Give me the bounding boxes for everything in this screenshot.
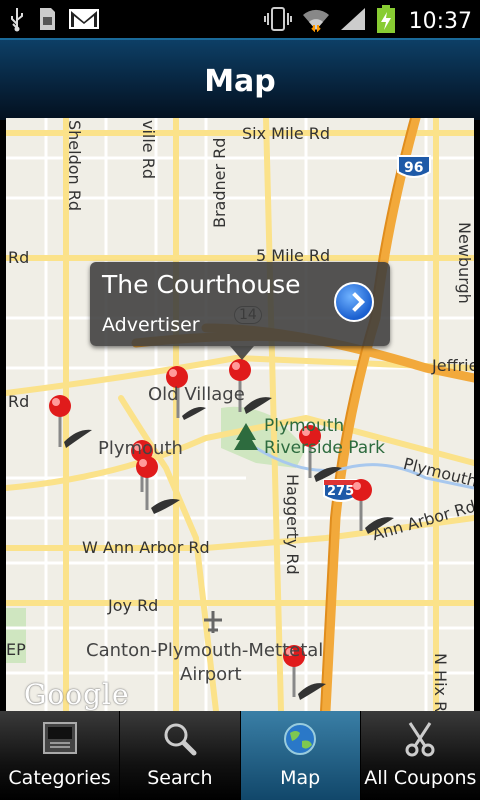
hwy-96-label: 96 <box>404 160 424 176</box>
map-label-rd-top: Rd <box>8 248 30 267</box>
sd-card-icon <box>36 6 58 36</box>
bottom-tab-bar: Categories Search Map All Coupons <box>0 711 480 800</box>
map-label-haggerty: Haggerty Rd <box>283 474 302 575</box>
map-label-airport-1: Canton-Plymouth-Mettetal <box>86 640 324 661</box>
tab-label: Search <box>147 767 213 789</box>
callout-tail <box>230 346 254 360</box>
callout-title: The Courthouse <box>102 270 301 299</box>
google-watermark: Google <box>24 678 130 711</box>
title-bar: Map <box>0 38 480 120</box>
signal-icon <box>339 6 367 36</box>
hwy-275-label: 275 <box>327 484 355 499</box>
map-label-sheldon: Sheldon Rd <box>65 120 84 212</box>
search-icon <box>160 719 200 763</box>
vibrate-icon <box>263 5 293 37</box>
map-label-rd-mid: Rd <box>8 392 30 411</box>
tab-categories[interactable]: Categories <box>0 711 119 800</box>
globe-icon <box>280 719 320 763</box>
map-label-jeffries: Jeffrie <box>432 356 474 375</box>
map-label-plymouth: Plymouth <box>98 438 183 459</box>
gmail-icon <box>68 7 100 35</box>
battery-charging-icon <box>375 4 397 38</box>
clock: 10:37 <box>408 8 472 34</box>
scissors-icon <box>400 719 440 763</box>
tab-label: Map <box>280 767 321 789</box>
categories-icon <box>40 719 80 763</box>
map-label-old-village: Old Village <box>148 384 245 405</box>
map-label-joy-rd: Joy Rd <box>108 596 159 615</box>
map-label-six-mile: Six Mile Rd <box>242 124 331 143</box>
tab-label: Categories <box>8 767 111 789</box>
map-label-park-2: Riverside Park <box>264 438 386 458</box>
map-label-park-1: Plymouth <box>264 416 345 436</box>
status-bar: 10:37 <box>0 0 480 38</box>
map-label-airport-2: Airport <box>180 664 242 685</box>
map-label-bradner: Bradner Rd <box>210 137 229 228</box>
map-callout[interactable]: The Courthouse Advertiser <box>90 262 390 360</box>
map-view[interactable]: Six Mile Rd 5 Mile Rd Sheldon Rd ville R… <box>6 118 474 711</box>
map-label-w-ann-arbor-rd: W Ann Arbor Rd <box>82 538 210 557</box>
map-label-newburgh: Newburgh <box>455 222 474 304</box>
map-label-beck: ville Rd <box>139 120 158 180</box>
wifi-icon <box>301 6 331 36</box>
map-label-ep: EP <box>6 640 26 659</box>
tab-map[interactable]: Map <box>240 711 360 800</box>
tab-search[interactable]: Search <box>120 711 239 800</box>
tab-label: All Coupons <box>364 767 477 789</box>
callout-arrow-button[interactable] <box>334 282 374 322</box>
page-title: Map <box>204 64 276 99</box>
usb-icon <box>8 6 26 36</box>
tab-all-coupons[interactable]: All Coupons <box>361 711 480 800</box>
map-label-n-hix: N Hix R <box>431 653 450 711</box>
callout-subtitle: Advertiser <box>102 314 200 336</box>
